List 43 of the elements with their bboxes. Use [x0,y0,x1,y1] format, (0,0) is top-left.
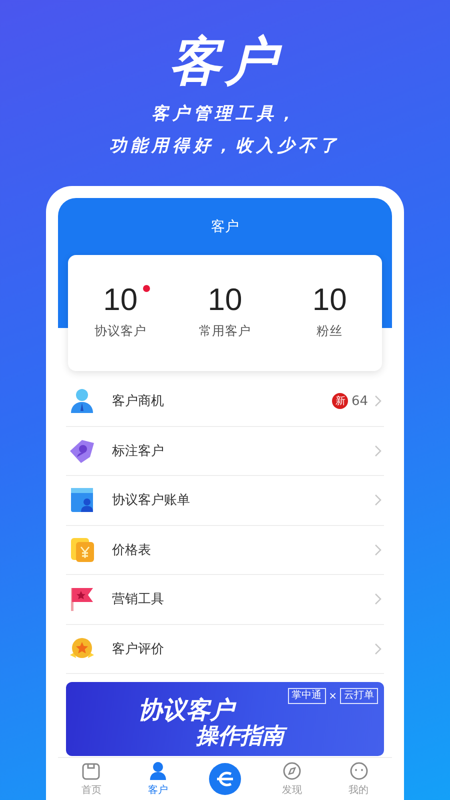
chevron-right-icon [374,642,382,655]
menu-item[interactable]: 营销工具 [66,575,384,624]
chevron-right-icon [374,444,382,457]
bag-icon [81,761,102,781]
times-sign: × [328,690,337,702]
banner-subtitle: 操作指南 [196,724,384,750]
menu-item[interactable]: 价格表 [66,526,384,575]
stat-label: 常用客户 [198,323,251,340]
hero-subtitle: 功能用得好，收入少不了 [110,136,340,156]
chevron-right-icon [374,395,382,408]
compass-icon [282,761,302,781]
menu-label: 价格表 [112,542,152,559]
menu-label: 营销工具 [112,591,165,608]
yen-card-icon [68,536,96,564]
flag-icon [68,585,96,614]
smile-icon [348,761,369,781]
menu-item[interactable]: 客户商机 新 64 [66,377,384,426]
hero-title: 客户 [169,31,281,94]
stat-value[interactable]: 10 [208,283,242,317]
brand-tag: 云打单 [340,688,378,704]
count: 64 [351,394,368,409]
tab[interactable]: 客户 [124,758,192,800]
stat-value[interactable]: 10 [312,283,347,317]
contact-card-icon [68,486,96,514]
menu-label: 协议客户账单 [112,492,191,510]
person-icon [68,387,96,416]
chevron-right-icon [374,593,382,606]
menu-item[interactable]: 协议客户账单 [66,476,384,526]
stat-label: 协议客户 [94,323,146,340]
menu-label: 客户商机 [112,393,165,410]
chevron-right-icon [374,544,382,556]
new-badge: 新 [332,393,348,410]
menu-label: 标注客户 [112,442,165,460]
screen-title: 客户 [211,218,239,236]
stat-value[interactable]: 10 [103,283,138,317]
hero-subtitle: 客户管理工具， [152,104,298,124]
person-icon [148,761,168,781]
menu-label: 客户评价 [112,640,165,658]
menu-item[interactable]: 客户评价 [66,624,384,674]
e-logo-icon[interactable] [208,763,241,795]
stat-label: 粉丝 [316,323,343,340]
menu-item[interactable]: 标注客户 [66,426,384,476]
chevron-right-icon [374,494,382,506]
